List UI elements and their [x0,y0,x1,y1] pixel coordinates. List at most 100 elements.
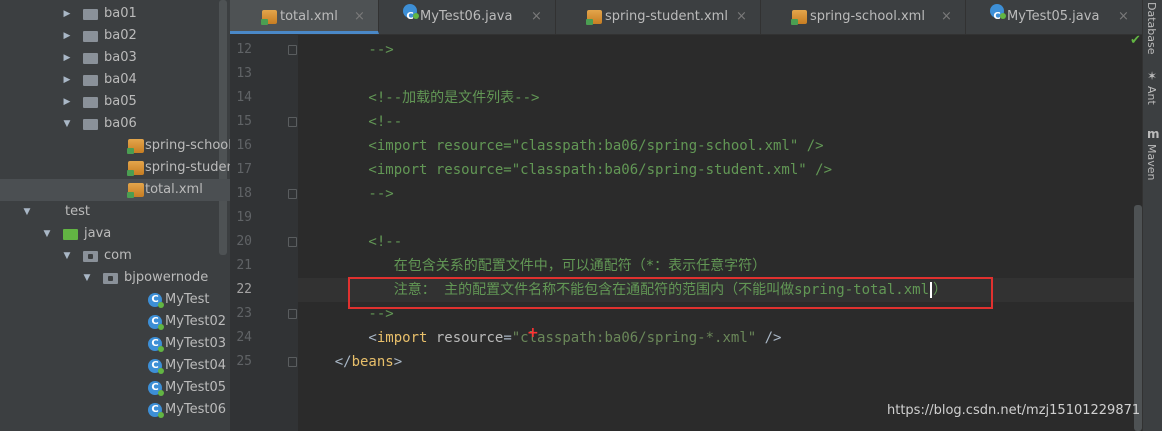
expand-arrow-down-icon[interactable]: ▼ [21,201,33,223]
tree-item-total-xml[interactable]: total.xml [0,179,230,201]
tree-item-ba01[interactable]: ▶ ba01 [0,3,230,25]
java-class-icon [148,377,164,399]
code-line[interactable]: <import resource="classpath:ba06/spring-… [301,134,823,158]
tree-item-spring-school-xml[interactable]: spring-school.xml [0,135,230,157]
tree-item-label: test [65,204,90,219]
code-line[interactable]: 在包含关系的配置文件中，可以通配符（*：表示任意字符） [301,254,766,278]
fold-marker-icon[interactable] [288,309,297,319]
tab-mytest06-java[interactable]: MyTest06.java × [378,0,556,34]
expand-arrow-right-icon[interactable]: ▶ [61,3,73,25]
tree-item-mytest05[interactable]: MyTest05 [0,377,230,399]
folder-icon [83,75,98,86]
line-number: 24 [236,330,252,345]
code-token: --> [301,42,394,58]
tree-item-label: java [84,226,112,241]
tree-item-test[interactable]: ▼ test [0,201,230,223]
xml-file-icon [127,183,144,198]
line-number: 12 [236,42,252,57]
tree-item-bjpowernode[interactable]: ▼ bjpowernode [0,267,230,289]
code-token: import [376,330,436,346]
code-line[interactable]: <!-- [301,110,402,134]
tree-item-ba04[interactable]: ▶ ba04 [0,69,230,91]
tree-item-ba05[interactable]: ▶ ba05 [0,91,230,113]
code-line[interactable]: <import resource="classpath:ba06/spring-… [301,158,832,182]
code-token: = [503,330,512,346]
code-line[interactable]: --> [301,38,394,62]
tree-item-label: ba04 [104,72,137,87]
tab-close-icon[interactable]: × [354,0,365,34]
project-tree[interactable]: ▶ ba01 ▶ ba02 ▶ ba03 ▶ ba04 ▶ ba05 ▼ ba06 spring-sch… [0,0,230,431]
code-line[interactable]: <!--加载的是文件列表--> [301,86,539,110]
expand-arrow-down-icon[interactable]: ▼ [81,267,93,289]
expand-arrow-right-icon[interactable]: ▶ [61,69,73,91]
line-number: 21 [236,258,252,273]
tab-label: MyTest06.java [420,9,513,24]
expand-arrow-down-icon[interactable]: ▼ [41,223,53,245]
code-token: /> [756,330,782,346]
expand-arrow-right-icon[interactable]: ▶ [61,47,73,69]
maven-tool-button[interactable]: Maven [1145,144,1158,180]
tab-close-icon[interactable]: × [531,0,542,34]
tab-spring-student-xml[interactable]: spring-student.xml × [555,0,761,34]
folder-icon [83,119,98,130]
fold-marker-icon[interactable] [288,117,297,127]
code-line[interactable]: <import resource="classpath:ba06/spring-… [301,326,781,350]
package-icon [103,273,118,284]
editor-tabs: total.xml×MyTest06.java×spring-student.x… [230,0,1143,35]
tree-item-mytest03[interactable]: MyTest03 [0,333,230,355]
line-number: 18 [236,186,252,201]
xml-file-icon [127,161,144,176]
database-tool-button[interactable]: Database [1145,2,1158,55]
tab-close-icon[interactable]: × [1118,0,1129,34]
tree-item-label: bjpowernode [124,270,209,285]
code-line[interactable]: </beans> [301,350,402,374]
xml-file-icon [127,139,144,154]
mouse-pointer-icon: + [527,325,539,341]
code-line[interactable]: --> [301,182,393,206]
tree-item-mytest02[interactable]: MyTest02 [0,311,230,333]
maven-icon: m [1147,127,1160,141]
code-token: <!--加载的是文件列表--> [301,90,540,106]
fold-marker-icon[interactable] [288,237,297,247]
editor-scrollbar[interactable] [1134,205,1142,431]
tree-item-mytest06[interactable]: MyTest06 [0,399,230,421]
tab-close-icon[interactable]: × [736,0,747,34]
code-editor[interactable]: 12 13 14 15 16 17 18 19 20 21 22 23 24 25 --> <!--加载的… [230,35,1142,431]
code-token: <!-- [301,114,403,130]
line-number: 19 [236,210,252,225]
folder-icon [83,97,98,108]
tree-item-ba03[interactable]: ▶ ba03 [0,47,230,69]
source-folder-icon [63,229,78,240]
expand-arrow-right-icon[interactable]: ▶ [61,91,73,113]
code-token: resource [435,330,504,346]
tab-close-icon[interactable]: × [941,0,952,34]
code-line[interactable]: <!-- [301,230,402,254]
tree-item-label: MyTest02 [165,314,227,329]
tree-item-java[interactable]: ▼ java [0,223,230,245]
tree-item-mytest[interactable]: MyTest [0,289,230,311]
code-token: <import resource="classpath:ba06/spring-… [301,162,833,178]
tree-item-ba02[interactable]: ▶ ba02 [0,25,230,47]
tree-item-com[interactable]: ▼ com [0,245,230,267]
ant-tool-button[interactable]: Ant [1145,86,1158,105]
tree-item-label: com [104,248,132,263]
tree-item-label: ba02 [104,28,137,43]
fold-marker-icon[interactable] [288,189,297,199]
tab-mytest05-java[interactable]: MyTest05.java × [965,0,1143,34]
java-class-icon [990,0,1006,34]
java-class-icon [148,355,164,377]
tree-item-spring-student-xml[interactable]: spring-student.xml [0,157,230,179]
expand-arrow-down-icon[interactable]: ▼ [61,245,73,267]
fold-marker-icon[interactable] [288,357,297,367]
java-class-icon [148,289,164,311]
tab-spring-school-xml[interactable]: spring-school.xml × [760,0,966,34]
code-token: "classpath:ba06/spring-*.xml" [511,330,757,346]
expand-arrow-down-icon[interactable]: ▼ [61,113,73,135]
tree-item-label: total.xml [145,182,203,197]
expand-arrow-right-icon[interactable]: ▶ [61,25,73,47]
fold-marker-icon[interactable] [288,45,297,55]
tree-item-mytest04[interactable]: MyTest04 [0,355,230,377]
package-icon [83,251,98,262]
tree-item-ba06[interactable]: ▼ ba06 [0,113,230,135]
tab-total-xml[interactable]: total.xml × [230,0,379,34]
